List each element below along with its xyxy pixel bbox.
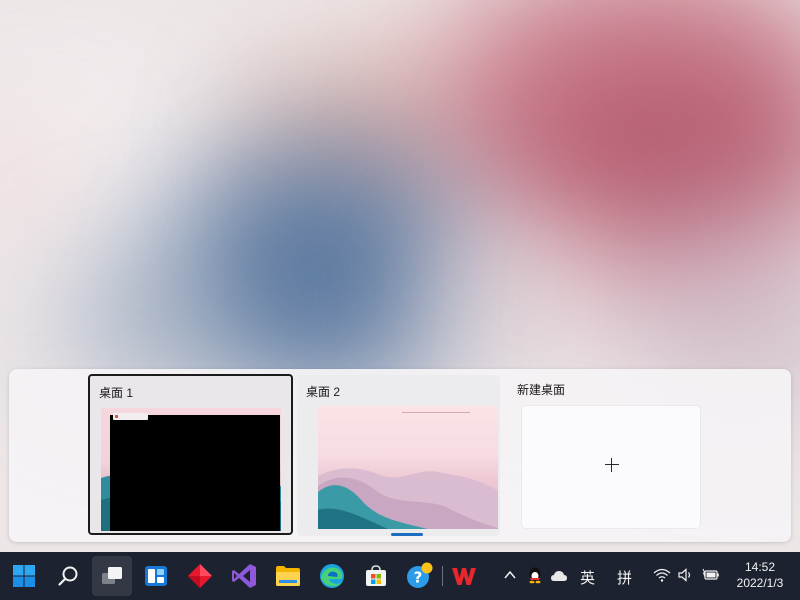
new-desktop-card[interactable]: 新建桌面 — [514, 375, 700, 536]
microsoft-store-button[interactable] — [356, 556, 396, 596]
mini-window-titlebar — [113, 413, 148, 420]
windows-logo-icon — [13, 565, 35, 587]
show-hidden-icons-chevron[interactable] — [503, 568, 517, 587]
folder-icon — [276, 566, 300, 586]
speaker-icon — [678, 568, 691, 582]
widgets-button[interactable] — [136, 556, 176, 596]
wifi-icon — [653, 568, 671, 582]
desktop-2-title: 桌面 2 — [306, 385, 341, 399]
desktop-2-thumbnail — [318, 406, 498, 529]
widgets-icon — [145, 566, 167, 586]
app-button[interactable] — [180, 556, 220, 596]
qq-penguin-icon — [529, 567, 541, 584]
red-diamond-app-icon — [188, 564, 212, 588]
desktop-1-thumbnail — [101, 408, 281, 531]
taskbar-separator — [442, 566, 443, 586]
desktop-1-title: 桌面 1 — [99, 386, 134, 400]
task-view-desktops-panel: 桌面 1 桌面 2 新建桌面 — [9, 369, 791, 542]
task-view-icon — [102, 567, 122, 584]
volume-tray[interactable] — [678, 568, 694, 587]
edge-browser-icon — [320, 564, 344, 588]
start-button[interactable] — [4, 556, 44, 596]
ime-language-indicator[interactable]: 英 — [580, 567, 595, 588]
battery-tray[interactable] — [702, 568, 720, 587]
clock-date: 2022/1/3 — [736, 576, 784, 590]
wps-office-button[interactable] — [444, 556, 484, 596]
new-desktop-button[interactable] — [522, 406, 700, 528]
new-desktop-label: 新建桌面 — [517, 383, 566, 397]
visual-studio-icon — [232, 564, 256, 588]
clock-time: 14:52 — [744, 560, 776, 574]
black-window-thumbnail — [110, 415, 280, 531]
help-icon: ? — [407, 562, 433, 588]
svg-text:?: ? — [414, 569, 423, 587]
store-icon — [366, 565, 386, 586]
cloud-icon — [551, 571, 567, 581]
current-desktop-indicator — [391, 533, 423, 536]
ime-mode-indicator[interactable]: 拼 — [617, 567, 632, 588]
network-tray[interactable] — [653, 568, 671, 587]
plus-icon — [605, 458, 619, 472]
file-explorer-button[interactable] — [268, 556, 308, 596]
wps-icon — [452, 568, 476, 585]
visual-studio-button[interactable] — [224, 556, 264, 596]
desktop-1-card[interactable]: 桌面 1 — [88, 374, 293, 535]
onedrive-tray[interactable] — [550, 569, 568, 587]
chevron-up-icon — [504, 570, 516, 579]
desktop-2-card[interactable]: 桌面 2 — [297, 375, 500, 536]
qq-tray[interactable] — [527, 566, 543, 589]
clock[interactable]: 14:52 2022/1/3 — [725, 559, 795, 591]
search-icon — [58, 566, 78, 586]
task-view-button[interactable] — [92, 556, 132, 596]
battery-charging-icon — [702, 568, 719, 580]
search-button[interactable] — [48, 556, 88, 596]
edge-browser-button[interactable] — [312, 556, 352, 596]
get-help-button[interactable]: ? — [400, 556, 440, 596]
taskbar: ? 英 拼 14:52 2022/1/3 — [0, 552, 800, 600]
